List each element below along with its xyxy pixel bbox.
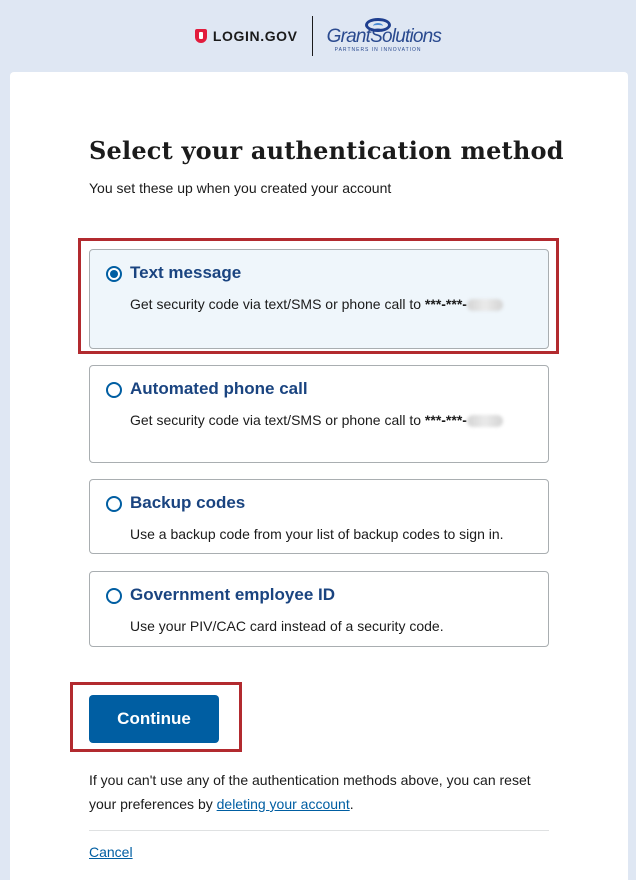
help-text: If you can't use any of the authenticati…	[89, 772, 531, 812]
login-gov-wordmark: LOGIN.GOV	[212, 28, 298, 44]
page-title: Select your authentication method	[89, 136, 564, 165]
option-backup-codes[interactable]: Backup codes Use a backup code from your…	[89, 479, 549, 554]
auth-card: Select your authentication method You se…	[10, 72, 628, 880]
header-divider	[311, 16, 313, 56]
radio-backup-codes[interactable]	[106, 496, 122, 512]
shield-icon	[194, 29, 207, 43]
login-gov-logo: LOGIN.GOV	[194, 28, 298, 44]
page-subtitle: You set these up when you created your a…	[89, 180, 392, 196]
redacted-digits	[466, 415, 503, 428]
radio-automated-phone-call[interactable]	[106, 382, 122, 398]
globe-ring-icon	[364, 17, 391, 32]
grantsolutions-logo: GrantSolutions PARTNERS IN INNOVATION	[327, 17, 442, 53]
masked-phone: ***-***-	[424, 412, 467, 428]
option-label: Government employee ID	[130, 585, 336, 604]
option-description: Use a backup code from your list of back…	[130, 526, 504, 542]
divider	[89, 830, 549, 831]
partner-tagline: PARTNERS IN INNOVATION	[334, 46, 422, 53]
highlight-outline	[78, 238, 559, 354]
radio-government-employee-id[interactable]	[106, 588, 122, 604]
option-label: Backup codes	[130, 493, 246, 512]
option-label: Automated phone call	[130, 379, 308, 398]
option-description: Use your PIV/CAC card instead of a secur…	[130, 618, 444, 634]
option-government-employee-id[interactable]: Government employee ID Use your PIV/CAC …	[89, 571, 549, 647]
site-header: LOGIN.GOV GrantSolutions PARTNERS IN INN…	[0, 0, 636, 72]
highlight-outline	[70, 682, 242, 752]
delete-account-link[interactable]: deleting your account	[217, 796, 350, 812]
cancel-link[interactable]: Cancel	[89, 844, 133, 860]
option-automated-phone-call[interactable]: Automated phone call Get security code v…	[89, 365, 549, 463]
option-description: Get security code via text/SMS or phone …	[130, 408, 535, 432]
